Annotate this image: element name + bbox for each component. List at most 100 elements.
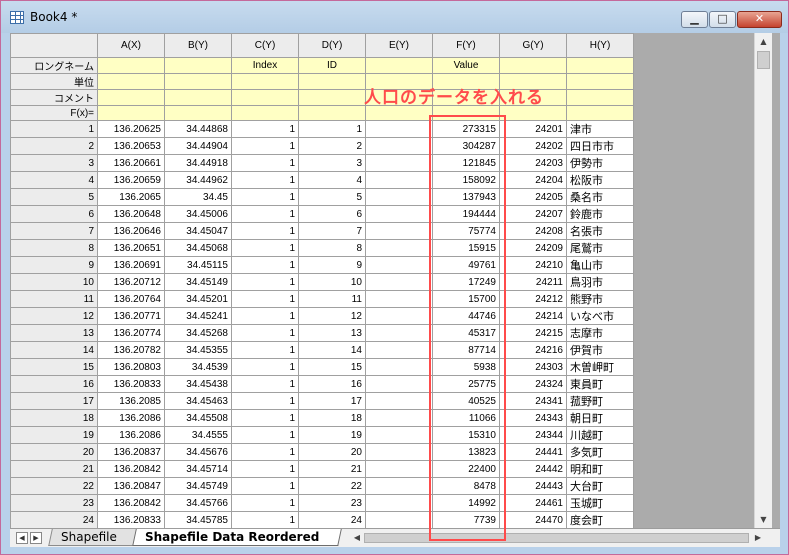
data-cell[interactable]: 136.20648 [97, 205, 165, 223]
row-number[interactable]: 24 [10, 511, 98, 528]
data-cell[interactable]: 1 [298, 120, 366, 138]
label-cell[interactable] [231, 89, 299, 106]
data-cell[interactable]: 鳥羽市 [566, 273, 634, 291]
data-cell[interactable]: 川越町 [566, 426, 634, 444]
label-cell[interactable] [97, 73, 165, 90]
label-row-header[interactable]: ロングネーム [10, 57, 98, 74]
data-cell[interactable]: 1 [231, 511, 299, 528]
data-cell[interactable]: 34.45463 [164, 392, 232, 410]
row-number[interactable]: 11 [10, 290, 98, 308]
label-cell[interactable] [231, 73, 299, 90]
data-cell[interactable]: 24443 [499, 477, 567, 495]
data-cell[interactable] [365, 188, 433, 206]
data-cell[interactable]: 津市 [566, 120, 634, 138]
data-cell[interactable]: 34.45201 [164, 290, 232, 308]
data-cell[interactable] [365, 222, 433, 240]
data-cell[interactable]: 34.45749 [164, 477, 232, 495]
data-cell[interactable]: 24470 [499, 511, 567, 528]
column-header[interactable]: H(Y) [566, 33, 634, 58]
data-cell[interactable]: 1 [231, 290, 299, 308]
data-cell[interactable]: 木曽岬町 [566, 358, 634, 376]
data-cell[interactable]: 3 [298, 154, 366, 172]
data-cell[interactable]: 136.20774 [97, 324, 165, 342]
data-cell[interactable]: 34.44868 [164, 120, 232, 138]
data-cell[interactable]: 24205 [499, 188, 567, 206]
data-cell[interactable]: 136.20659 [97, 171, 165, 189]
row-number[interactable]: 21 [10, 460, 98, 478]
data-cell[interactable]: 14 [298, 341, 366, 359]
data-cell[interactable]: 四日市市 [566, 137, 634, 155]
row-number[interactable]: 18 [10, 409, 98, 427]
data-cell[interactable]: 34.45006 [164, 205, 232, 223]
data-cell[interactable]: 24210 [499, 256, 567, 274]
data-cell[interactable]: 24344 [499, 426, 567, 444]
data-cell[interactable] [365, 171, 433, 189]
data-cell[interactable]: 菰野町 [566, 392, 634, 410]
data-cell[interactable]: 24216 [499, 341, 567, 359]
label-cell[interactable] [365, 57, 433, 74]
label-cell[interactable] [164, 105, 232, 121]
data-cell[interactable]: 大台町 [566, 477, 634, 495]
data-cell[interactable]: 34.45 [164, 188, 232, 206]
data-cell[interactable]: 1 [231, 120, 299, 138]
data-cell[interactable]: 34.44962 [164, 171, 232, 189]
data-cell[interactable]: 22 [298, 477, 366, 495]
row-number[interactable]: 5 [10, 188, 98, 206]
data-cell[interactable]: 136.2065 [97, 188, 165, 206]
data-cell[interactable]: 24324 [499, 375, 567, 393]
data-cell[interactable]: 24201 [499, 120, 567, 138]
data-cell[interactable]: 136.20764 [97, 290, 165, 308]
vertical-scrollbar[interactable]: ▲ ▼ [754, 33, 772, 528]
data-cell[interactable]: 34.44904 [164, 137, 232, 155]
data-cell[interactable]: 136.20646 [97, 222, 165, 240]
data-cell[interactable]: 1 [231, 137, 299, 155]
data-cell[interactable]: 136.2086 [97, 426, 165, 444]
data-cell[interactable] [365, 239, 433, 257]
data-cell[interactable]: 20 [298, 443, 366, 461]
label-cell[interactable] [97, 57, 165, 74]
vertical-scroll-thumb[interactable] [757, 51, 770, 69]
title-bar[interactable]: Book4 * ▁ □ ✕ [1, 1, 788, 33]
row-number[interactable]: 8 [10, 239, 98, 257]
data-cell[interactable]: 136.20782 [97, 341, 165, 359]
data-cell[interactable]: 34.45268 [164, 324, 232, 342]
label-row-header[interactable]: F(x)= [10, 105, 98, 121]
tab-shapefile[interactable]: Shapefile [48, 529, 138, 546]
data-cell[interactable] [365, 307, 433, 325]
data-cell[interactable]: 桑名市 [566, 188, 634, 206]
data-cell[interactable]: 34.4539 [164, 358, 232, 376]
horizontal-scrollbar[interactable]: ◀ ▶ [350, 531, 765, 545]
data-cell[interactable]: 136.20625 [97, 120, 165, 138]
label-cell[interactable] [97, 105, 165, 121]
data-cell[interactable]: 136.20691 [97, 256, 165, 274]
data-cell[interactable]: 34.45438 [164, 375, 232, 393]
column-header[interactable]: D(Y) [298, 33, 366, 58]
data-cell[interactable]: 1 [231, 477, 299, 495]
row-number[interactable]: 2 [10, 137, 98, 155]
data-cell[interactable]: 東員町 [566, 375, 634, 393]
tab-prev-icon[interactable]: ◀ [16, 532, 28, 544]
data-cell[interactable]: 34.45676 [164, 443, 232, 461]
data-cell[interactable] [365, 426, 433, 444]
data-cell[interactable]: 136.20842 [97, 494, 165, 512]
data-cell[interactable]: 13 [298, 324, 366, 342]
row-number[interactable]: 10 [10, 273, 98, 291]
scroll-left-arrow-icon[interactable]: ◀ [350, 531, 364, 545]
data-cell[interactable]: 松阪市 [566, 171, 634, 189]
data-cell[interactable]: 34.45355 [164, 341, 232, 359]
label-cell[interactable] [164, 73, 232, 90]
data-cell[interactable]: 1 [231, 494, 299, 512]
data-cell[interactable]: 4 [298, 171, 366, 189]
data-cell[interactable]: 136.20833 [97, 511, 165, 528]
data-cell[interactable]: 5 [298, 188, 366, 206]
row-number[interactable]: 1 [10, 120, 98, 138]
tab-shapefile-data-reordered[interactable]: Shapefile Data Reordered [132, 529, 342, 546]
column-header[interactable]: A(X) [97, 33, 165, 58]
data-cell[interactable] [365, 154, 433, 172]
tab-next-icon[interactable]: ▶ [30, 532, 42, 544]
data-cell[interactable] [365, 494, 433, 512]
label-row-header[interactable]: コメント [10, 89, 98, 106]
data-cell[interactable]: 伊賀市 [566, 341, 634, 359]
row-number[interactable]: 3 [10, 154, 98, 172]
data-cell[interactable]: 24208 [499, 222, 567, 240]
